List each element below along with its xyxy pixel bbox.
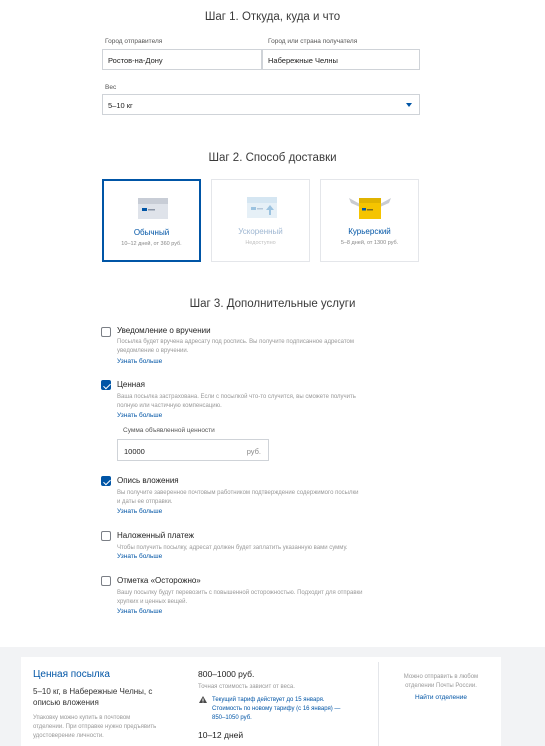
valuable-checkbox[interactable] [101,380,111,390]
step1-title: Шаг 1. Откуда, куда и что [204,11,341,23]
parcel-icon [138,198,168,219]
learn-more-link[interactable]: Узнать больше [117,553,162,560]
courier-parcel-icon [349,198,391,219]
from-city-label: Город отправителя [105,38,163,45]
to-city-input[interactable]: Набережные Челны [262,49,420,70]
service-title: Опись вложения [117,476,179,485]
branch-note: Можно отправить в любом [403,674,479,680]
find-branch-link[interactable]: Найти отделение [381,694,501,701]
declared-value: 10000 [124,447,145,456]
declared-value-label: Сумма объявленной ценности [123,427,215,434]
summary-note: удостоверение личности. [33,733,104,739]
service-desc: Вашу посылку будут перевозить с повышенн… [117,590,363,596]
delivery-option-sub: 5–8 дней, от 1300 руб. [340,240,399,246]
service-desc: полную или частичную компенсацию. [117,403,222,409]
service-title: Уведомление о вручении [117,326,211,335]
weight-label: Вес [105,84,117,91]
delivery-option-name: Ускоренный [238,227,283,236]
service-desc: Чтобы получить посылку, адресат должен б… [117,545,348,551]
summary-subtitle: описью вложения [33,698,99,707]
summary-subtitle: 5–10 кг, в Набережные Челны, с [33,687,153,696]
delivery-option-sub: 10–12 дней, от 360 руб. [121,241,182,247]
delivery-option-courier[interactable]: Курьерский 5–8 дней, от 1300 руб. [320,179,419,262]
learn-more-link[interactable]: Узнать больше [117,358,162,365]
learn-more-link[interactable]: Узнать больше [117,412,162,419]
service-desc: Посылка будет вручена адресату под роспи… [117,339,354,345]
learn-more-link[interactable]: Узнать больше [117,508,162,515]
summary-divider [378,662,379,746]
learn-more-link[interactable]: Узнать больше [117,608,162,615]
delivery-option-sub: Недоступно [245,240,276,246]
fragile-checkbox[interactable] [101,576,111,586]
service-title: Наложенный платеж [117,531,194,540]
service-desc: Вы получите заверенное почтовым работник… [117,490,359,496]
service-title: Ценная [117,380,145,389]
warning-icon [199,696,207,703]
cash-on-delivery-checkbox[interactable] [101,531,111,541]
inventory-checkbox[interactable] [101,476,111,486]
step3-title: Шаг 3. Дополнительные услуги [189,298,356,310]
service-desc: Ваша посылка застрахована. Если с посылк… [117,394,356,400]
branch-note: отделении Почты России. [405,683,477,689]
delivery-option-express: Ускоренный Недоступно [211,179,310,262]
step2-title: Шаг 2. Способ доставки [208,152,337,164]
summary-note: отделении. При отправке нужно предъявить [33,724,157,730]
declared-value-unit: руб. [246,447,261,456]
express-parcel-icon [247,197,277,218]
summary-price: 800–1000 руб. [198,669,255,679]
service-desc: хрупких и ценных вещей. [117,599,188,605]
service-title: Отметка «Осторожно» [117,576,201,585]
from-city-input[interactable]: Ростов-на-Дону [102,49,262,70]
chevron-down-icon [406,103,412,107]
delivery-option-name: Обычный [133,228,170,237]
service-desc: и даты ее отправки. [117,499,173,505]
weight-select[interactable]: 5–10 кг [102,94,420,115]
to-city-label: Город или страна получателя [268,38,358,45]
tariff-info: Стоимость по новому тарифу (с 16 января)… [212,706,341,712]
delivery-option-standard[interactable]: Обычный 10–12 дней, от 360 руб. [102,179,201,262]
delivery-notice-checkbox[interactable] [101,327,111,337]
tariff-info: 850–1050 руб. [212,715,252,721]
delivery-days: 10–12 дней [198,730,244,740]
summary-panel: Ценная посылка 5–10 кг, в Набережные Чел… [21,657,501,746]
summary-title: Ценная посылка [33,669,110,680]
service-desc: уведомление о вручении. [117,348,189,354]
price-note: Точная стоимость зависит от веса. [198,684,295,690]
tariff-info: Текущий тариф действует до 15 января. [212,697,325,703]
summary-note: Упаковку можно купить в почтовом [33,715,131,721]
delivery-option-name: Курьерский [348,227,391,236]
weight-value: 5–10 кг [108,101,133,110]
declared-value-input[interactable]: 10000 руб. [117,439,269,461]
